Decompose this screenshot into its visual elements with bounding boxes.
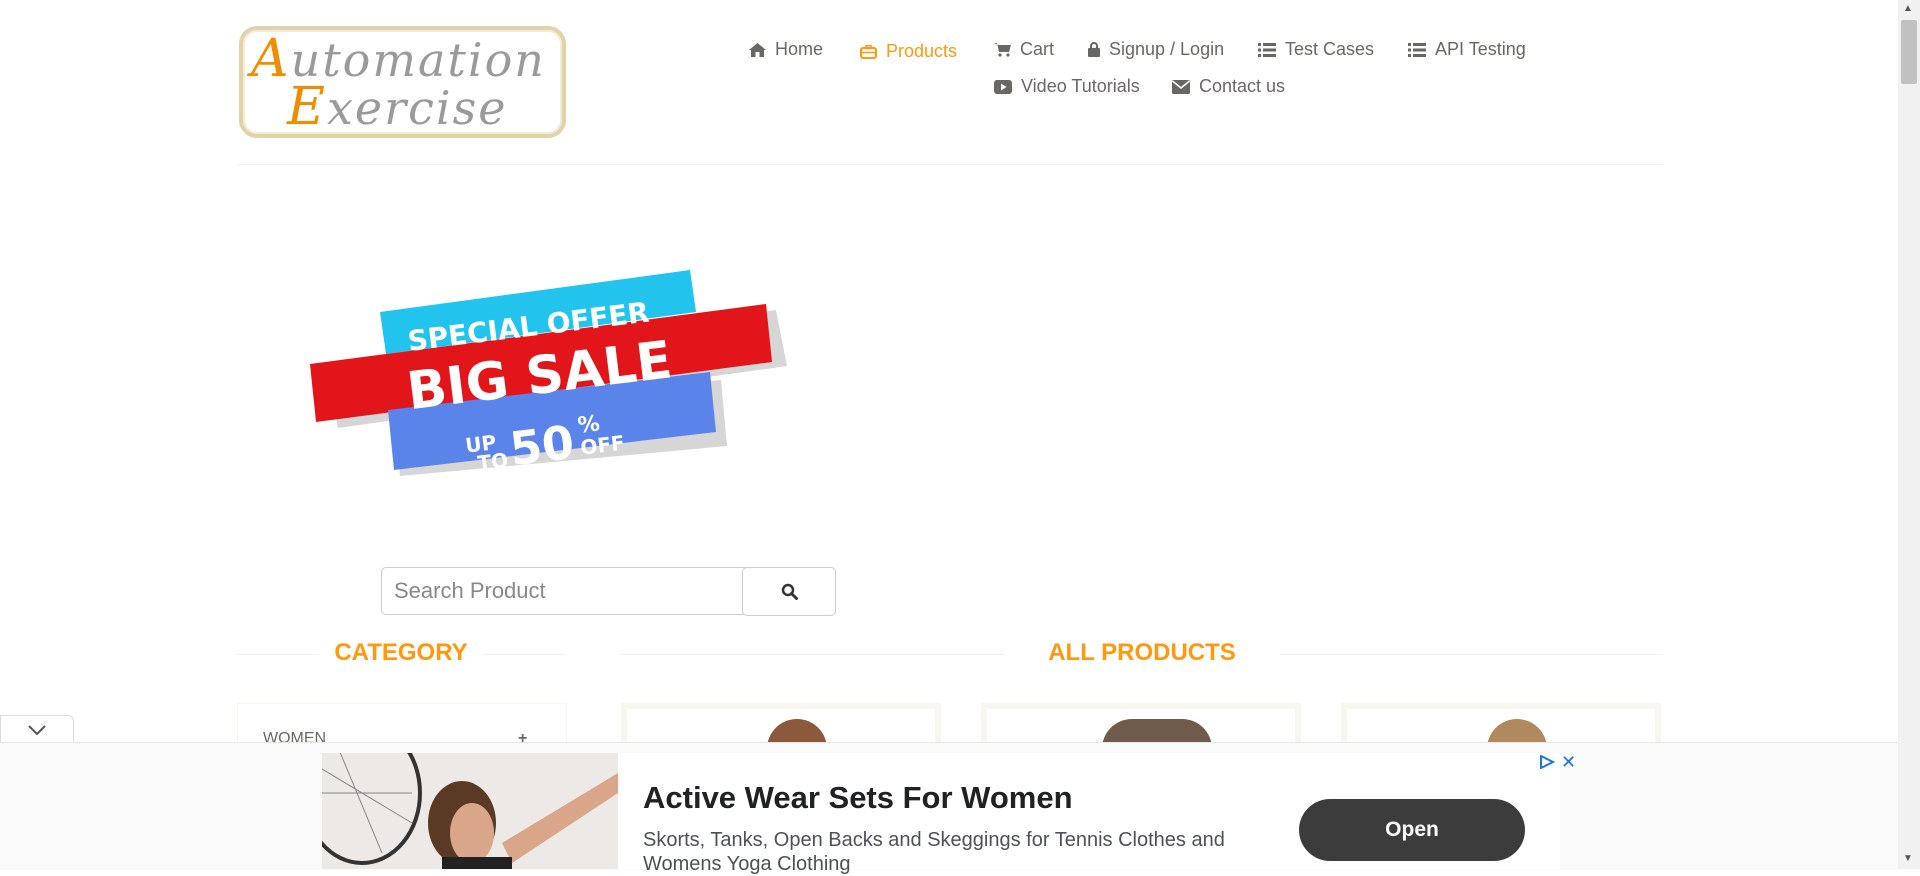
nav-cart-label: Cart xyxy=(1020,39,1055,59)
nav-products-label: Products xyxy=(886,41,958,61)
search-product-input[interactable]: Search Product xyxy=(381,567,747,615)
product-card[interactable] xyxy=(1341,703,1661,759)
nav-video-tutorials-label: Video Tutorials xyxy=(1021,76,1140,96)
ad-title[interactable]: Active Wear Sets For Women xyxy=(643,780,1073,816)
nav-signup-login-label: Signup / Login xyxy=(1109,39,1225,59)
nav-api-testing[interactable]: API Testing xyxy=(1408,39,1526,60)
cart-icon xyxy=(994,43,1011,57)
product-image[interactable] xyxy=(987,709,1295,759)
product-card[interactable] xyxy=(981,703,1301,759)
header-divider xyxy=(237,164,1663,165)
search-button[interactable] xyxy=(742,567,836,616)
nav-home[interactable]: Home xyxy=(749,39,823,60)
ad-image[interactable] xyxy=(322,753,618,869)
category-rule-left xyxy=(237,654,319,655)
nav-test-cases-label: Test Cases xyxy=(1285,39,1375,59)
nav-test-cases[interactable]: Test Cases xyxy=(1258,39,1374,60)
page-scrollbar[interactable] xyxy=(1898,0,1920,869)
chevron-down-icon xyxy=(28,725,46,736)
product-card[interactable] xyxy=(621,703,941,759)
list-icon xyxy=(1408,42,1426,57)
all-products-title: ALL PRODUCTS xyxy=(1048,639,1236,666)
home-icon xyxy=(749,42,766,57)
youtube-play-icon xyxy=(994,79,1012,94)
nav-cart[interactable]: Cart xyxy=(994,39,1054,60)
site-logo[interactable]: Automation Exercise xyxy=(239,26,566,138)
product-image[interactable] xyxy=(1347,709,1655,759)
nav-contact-us[interactable]: Contact us xyxy=(1172,76,1285,97)
ad-close-button[interactable]: ✕ xyxy=(1561,753,1576,771)
ad-collapse-toggle[interactable] xyxy=(0,715,74,744)
lock-icon xyxy=(1088,42,1100,57)
search-icon xyxy=(781,583,798,600)
ad-tennis-photo xyxy=(322,753,618,869)
nav-home-label: Home xyxy=(775,39,824,59)
nav-contact-us-label: Contact us xyxy=(1199,76,1286,96)
category-title: CATEGORY xyxy=(334,639,468,666)
banner-fifty: 50 xyxy=(507,415,577,476)
list-icon xyxy=(1258,42,1276,57)
nav-signup-login[interactable]: Signup / Login xyxy=(1088,39,1224,60)
envelope-icon xyxy=(1172,79,1190,94)
logo-line-2: Exercise xyxy=(287,77,508,137)
nav-api-testing-label: API Testing xyxy=(1435,39,1526,59)
scroll-down-arrow[interactable]: ▼ xyxy=(1903,853,1913,864)
briefcase-icon xyxy=(860,44,877,59)
products-rule-left xyxy=(621,654,1004,655)
scroll-up-arrow[interactable]: ▲ xyxy=(1903,3,1913,14)
nav-video-tutorials[interactable]: Video Tutorials xyxy=(994,76,1140,97)
product-image[interactable] xyxy=(627,709,935,759)
banner-to: TO xyxy=(476,448,509,476)
adchoices-icon[interactable] xyxy=(1539,755,1555,769)
nav-products[interactable]: Products xyxy=(860,41,957,62)
sale-banner: SPECIAL OFFER BIG SALE UP TO 50 % OFF xyxy=(310,270,787,476)
scrollbar-thumb[interactable] xyxy=(1901,20,1917,84)
products-rule-right xyxy=(1280,654,1663,655)
ad-open-button[interactable]: Open xyxy=(1299,799,1525,861)
category-rule-right xyxy=(483,654,565,655)
